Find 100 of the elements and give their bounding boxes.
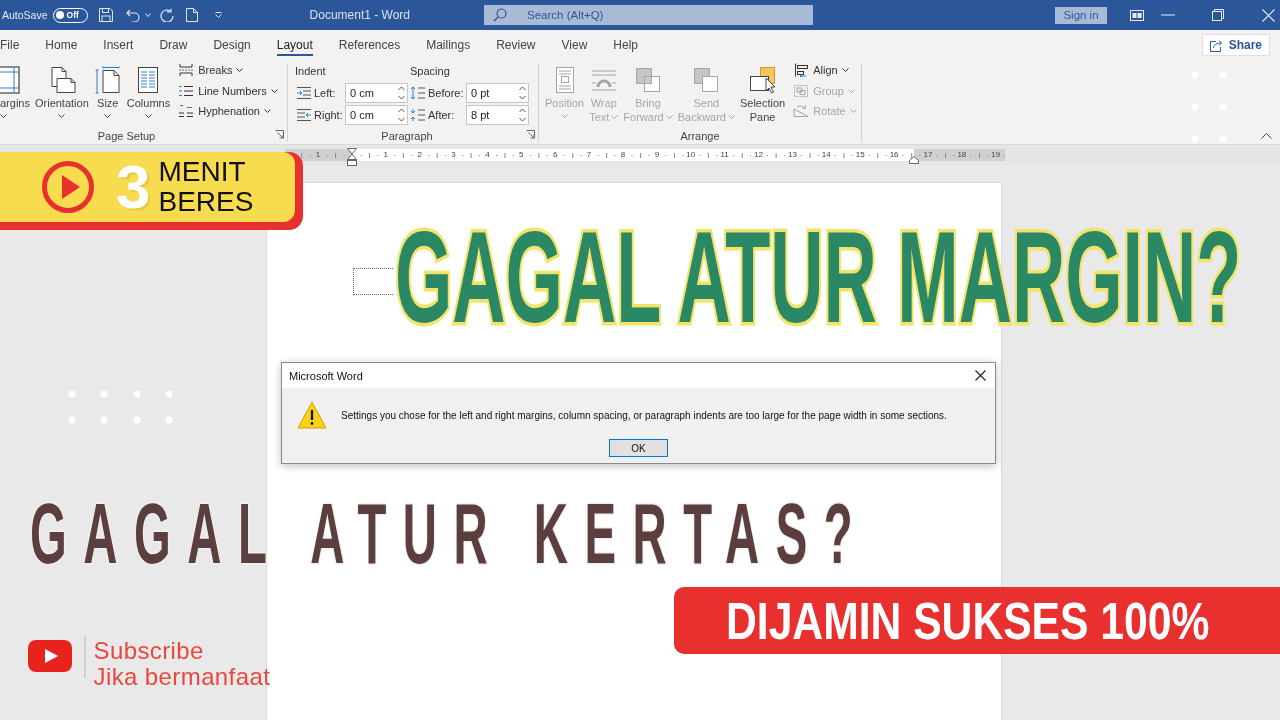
- cursor-panel-icon: [748, 66, 777, 94]
- caret-icon: [841, 68, 849, 73]
- caret-icon: [561, 114, 569, 118]
- ruler-number: 10: [686, 150, 696, 160]
- caret-icon[interactable]: [214, 12, 222, 18]
- margins-button[interactable]: argins: [0, 64, 32, 118]
- numbered-lines-icon: [178, 83, 195, 98]
- caret-icon: [104, 114, 112, 118]
- ruler-number: 3: [451, 150, 456, 160]
- group-label: Page Setup: [97, 129, 156, 142]
- spin-field[interactable]: 0 pt: [466, 83, 529, 103]
- caret-icon: [263, 109, 271, 114]
- dialog-title: Microsoft Word: [289, 369, 363, 382]
- save-icon[interactable]: [98, 8, 113, 22]
- restore-icon[interactable]: [1212, 9, 1224, 21]
- indent-right-icon: [296, 108, 312, 122]
- sign-in-button[interactable]: Sign in: [1055, 6, 1107, 24]
- layered-squares-icon: [634, 66, 662, 94]
- ruler-number: 18: [957, 150, 967, 160]
- breaks-button[interactable]: Breaks: [176, 60, 280, 81]
- align-button[interactable]: Align: [791, 60, 859, 81]
- ruler-number: 17: [923, 150, 933, 160]
- share-icon: [1209, 38, 1224, 52]
- ribbon-tab[interactable]: Review: [483, 30, 549, 60]
- dialog-launcher-icon[interactable]: [526, 130, 535, 139]
- ribbon-tab[interactable]: Insert: [90, 30, 147, 60]
- play-icon: [42, 161, 94, 213]
- ribbon-tab[interactable]: References: [325, 30, 414, 60]
- spin-field[interactable]: 0 cm: [345, 83, 408, 103]
- ruler-number: 1: [315, 150, 321, 160]
- ribbon-tab[interactable]: View: [548, 30, 601, 60]
- size-button[interactable]: Size: [91, 64, 124, 118]
- caret-icon: [58, 114, 66, 118]
- spacing-before-icon: [410, 86, 426, 100]
- caret-icon: [236, 68, 244, 73]
- ribbon-tab[interactable]: File: [0, 30, 33, 60]
- columns-button[interactable]: Columns: [124, 64, 173, 118]
- caret-icon: [270, 88, 278, 93]
- ruler-number: 6: [552, 150, 558, 160]
- page-guides-icon: [0, 66, 20, 94]
- caret-icon: [849, 109, 857, 114]
- ribbon-tab[interactable]: Layout: [263, 30, 326, 60]
- autosave-label: AutoSave: [2, 9, 48, 21]
- ruler-number: 8: [620, 150, 626, 160]
- section-heading: Indent: [295, 64, 327, 78]
- new-document-icon[interactable]: [185, 8, 198, 22]
- ruler-number: 7: [586, 150, 592, 160]
- group-label: Paragraph: [381, 129, 433, 142]
- undo-icon[interactable]: [125, 8, 140, 22]
- orientation-button[interactable]: Orientation: [32, 64, 91, 118]
- group-label: Arrange: [680, 129, 720, 142]
- ruler-number: 11: [720, 150, 729, 160]
- ribbon-tab[interactable]: Home: [32, 30, 91, 60]
- text-box-frame: [353, 268, 393, 295]
- search-field[interactable]: Search (Alt+Q): [484, 5, 814, 25]
- caret-icon: [0, 114, 7, 118]
- caret-icon: [727, 115, 735, 119]
- dialog-message: Settings you chose for the left and right margins, column spacing, or paragraph indents are too large for the page width in some sections.: [341, 409, 947, 421]
- ruler-number: 12: [754, 150, 763, 160]
- dialog-launcher-icon[interactable]: [275, 130, 284, 139]
- ribbon-display-icon[interactable]: [1130, 9, 1144, 21]
- ribbon-tab[interactable]: Mailings: [413, 30, 484, 60]
- close-icon[interactable]: [975, 370, 986, 381]
- ribbon-tab[interactable]: Design: [200, 30, 264, 60]
- field-label: Before:: [428, 87, 465, 99]
- rotate-triangle-icon: [793, 104, 810, 119]
- field-label: Right:: [314, 109, 344, 121]
- badge-text: BERES: [158, 187, 254, 217]
- subscribe-text: Subscribe: [93, 638, 205, 664]
- spin-field[interactable]: 8 pt: [466, 105, 529, 125]
- page-break-icon: [178, 63, 195, 78]
- share-button[interactable]: Share: [1201, 34, 1270, 56]
- selection-pane-button[interactable]: Selection Pane: [737, 64, 788, 124]
- caret-icon[interactable]: [144, 13, 151, 17]
- ruler-number: 19: [991, 150, 1001, 160]
- ribbon-tab[interactable]: Draw: [146, 30, 201, 60]
- ok-button[interactable]: OK: [609, 439, 668, 457]
- page-size-icon: [93, 66, 122, 94]
- spin-field[interactable]: 0 cm: [345, 105, 408, 125]
- banner-text: DIJAMIN SUKSES 100%: [726, 594, 1210, 647]
- chevron-up-icon[interactable]: [1261, 133, 1272, 139]
- redo-icon[interactable]: [159, 8, 174, 22]
- hyphenation-button[interactable]: Hyphenation: [176, 101, 280, 122]
- line-numbers-button[interactable]: Line Numbers: [176, 80, 280, 101]
- indent-left-icon: [296, 86, 312, 100]
- ribbon-tab[interactable]: Help: [600, 30, 651, 60]
- ruler-number: 4: [485, 150, 490, 160]
- spacing-after-icon: [410, 108, 426, 122]
- subheadline-text: GAGAL ATUR KERTAS?: [30, 498, 870, 568]
- badge-text: MENIT: [158, 157, 247, 187]
- ruler-number: 5: [519, 150, 524, 160]
- ruler-number: 1: [383, 150, 388, 160]
- headline-text: GAGAL ATUR MARGIN?: [395, 227, 1242, 327]
- caret-icon: [611, 115, 619, 119]
- window-title: Document1 - Word: [309, 8, 411, 22]
- ruler-number: 2: [417, 150, 422, 160]
- indent-marker-icon[interactable]: [346, 147, 357, 166]
- ruler-number: 15: [855, 150, 865, 160]
- align-bars-icon: [793, 63, 810, 78]
- section-heading: Spacing: [410, 64, 451, 78]
